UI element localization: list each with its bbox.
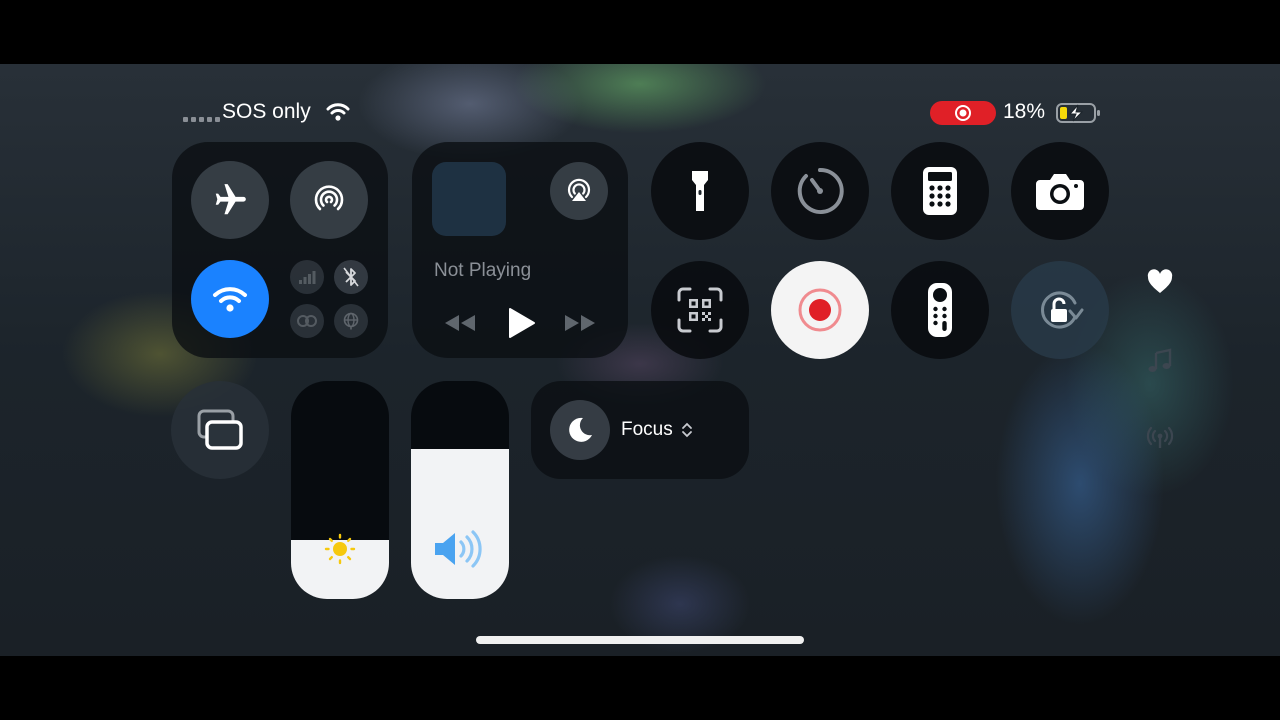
airplay-button[interactable] [550, 162, 608, 220]
connectivity-page-indicator[interactable] [1146, 426, 1174, 450]
play-button[interactable] [506, 306, 536, 345]
focus-label: Focus [621, 419, 673, 440]
camera-button[interactable] [1011, 142, 1109, 240]
hotspot-icon [297, 315, 317, 327]
screen-mirroring-icon [197, 409, 243, 450]
moon-icon [569, 417, 592, 442]
home-indicator[interactable] [476, 636, 804, 644]
fast-forward-button[interactable] [562, 312, 598, 339]
qr-scanner-icon [677, 287, 723, 333]
rotation-lock-icon [1041, 291, 1084, 329]
record-dot-icon [955, 105, 971, 121]
control-center: SOS only 18% Not Playing Focus [0, 64, 1280, 656]
vpn-button[interactable] [334, 304, 368, 338]
fast-forward-icon [565, 315, 595, 331]
airdrop-icon [314, 185, 344, 211]
battery-icon [1056, 102, 1102, 129]
favorites-page-indicator[interactable] [1146, 269, 1174, 295]
orientation-lock-button[interactable] [1011, 261, 1109, 359]
screen-mirroring-button[interactable] [171, 381, 269, 479]
rewind-icon [445, 315, 475, 331]
battery-percent: 18% [1003, 100, 1046, 123]
flashlight-icon [692, 171, 708, 211]
chevron-up-down-icon [681, 421, 693, 444]
camera-icon [1036, 174, 1084, 210]
screen-recording-button[interactable] [771, 261, 869, 359]
bluetooth-button[interactable] [334, 260, 368, 294]
calculator-icon [923, 167, 957, 215]
focus-button[interactable]: Focus [531, 381, 749, 479]
rewind-button[interactable] [442, 312, 478, 339]
sun-icon [324, 533, 356, 570]
timer-icon [797, 167, 844, 214]
carrier-label: SOS only [222, 100, 311, 123]
cellular-data-button[interactable] [290, 260, 324, 294]
flashlight-button[interactable] [651, 142, 749, 240]
airplay-icon [567, 178, 591, 201]
wifi-toggle-button[interactable] [191, 260, 269, 338]
music-page-indicator[interactable] [1147, 348, 1173, 374]
heart-icon [1147, 269, 1173, 293]
antenna-icon [1146, 426, 1174, 448]
screen-record-icon [798, 288, 842, 332]
album-artwork [432, 162, 506, 236]
personal-hotspot-button[interactable] [290, 304, 324, 338]
music-note-icon [1148, 348, 1172, 372]
apple-tv-remote-icon [928, 283, 952, 337]
volume-slider[interactable] [411, 381, 509, 599]
airplane-mode-button[interactable] [191, 161, 269, 239]
vpn-globe-icon [343, 312, 359, 330]
screen-recording-indicator[interactable] [930, 101, 996, 125]
brightness-slider[interactable] [291, 381, 389, 599]
cellular-icon [299, 271, 316, 284]
airplane-icon [215, 184, 246, 215]
connectivity-panel [172, 142, 388, 358]
now-playing-title: Not Playing [434, 260, 532, 281]
now-playing-panel: Not Playing [412, 142, 628, 358]
focus-moon-circle [550, 400, 610, 460]
bluetooth-icon [343, 267, 359, 287]
wifi-status-icon [326, 102, 350, 127]
code-scanner-button[interactable] [651, 261, 749, 359]
airdrop-button[interactable] [290, 161, 368, 239]
calculator-button[interactable] [891, 142, 989, 240]
play-icon [509, 308, 535, 338]
wifi-icon [213, 287, 247, 312]
speaker-icon [433, 530, 487, 573]
apple-tv-remote-button[interactable] [891, 261, 989, 359]
cellular-signal-dots [183, 117, 220, 122]
timer-button[interactable] [771, 142, 869, 240]
volume-slider-fill [411, 449, 509, 599]
